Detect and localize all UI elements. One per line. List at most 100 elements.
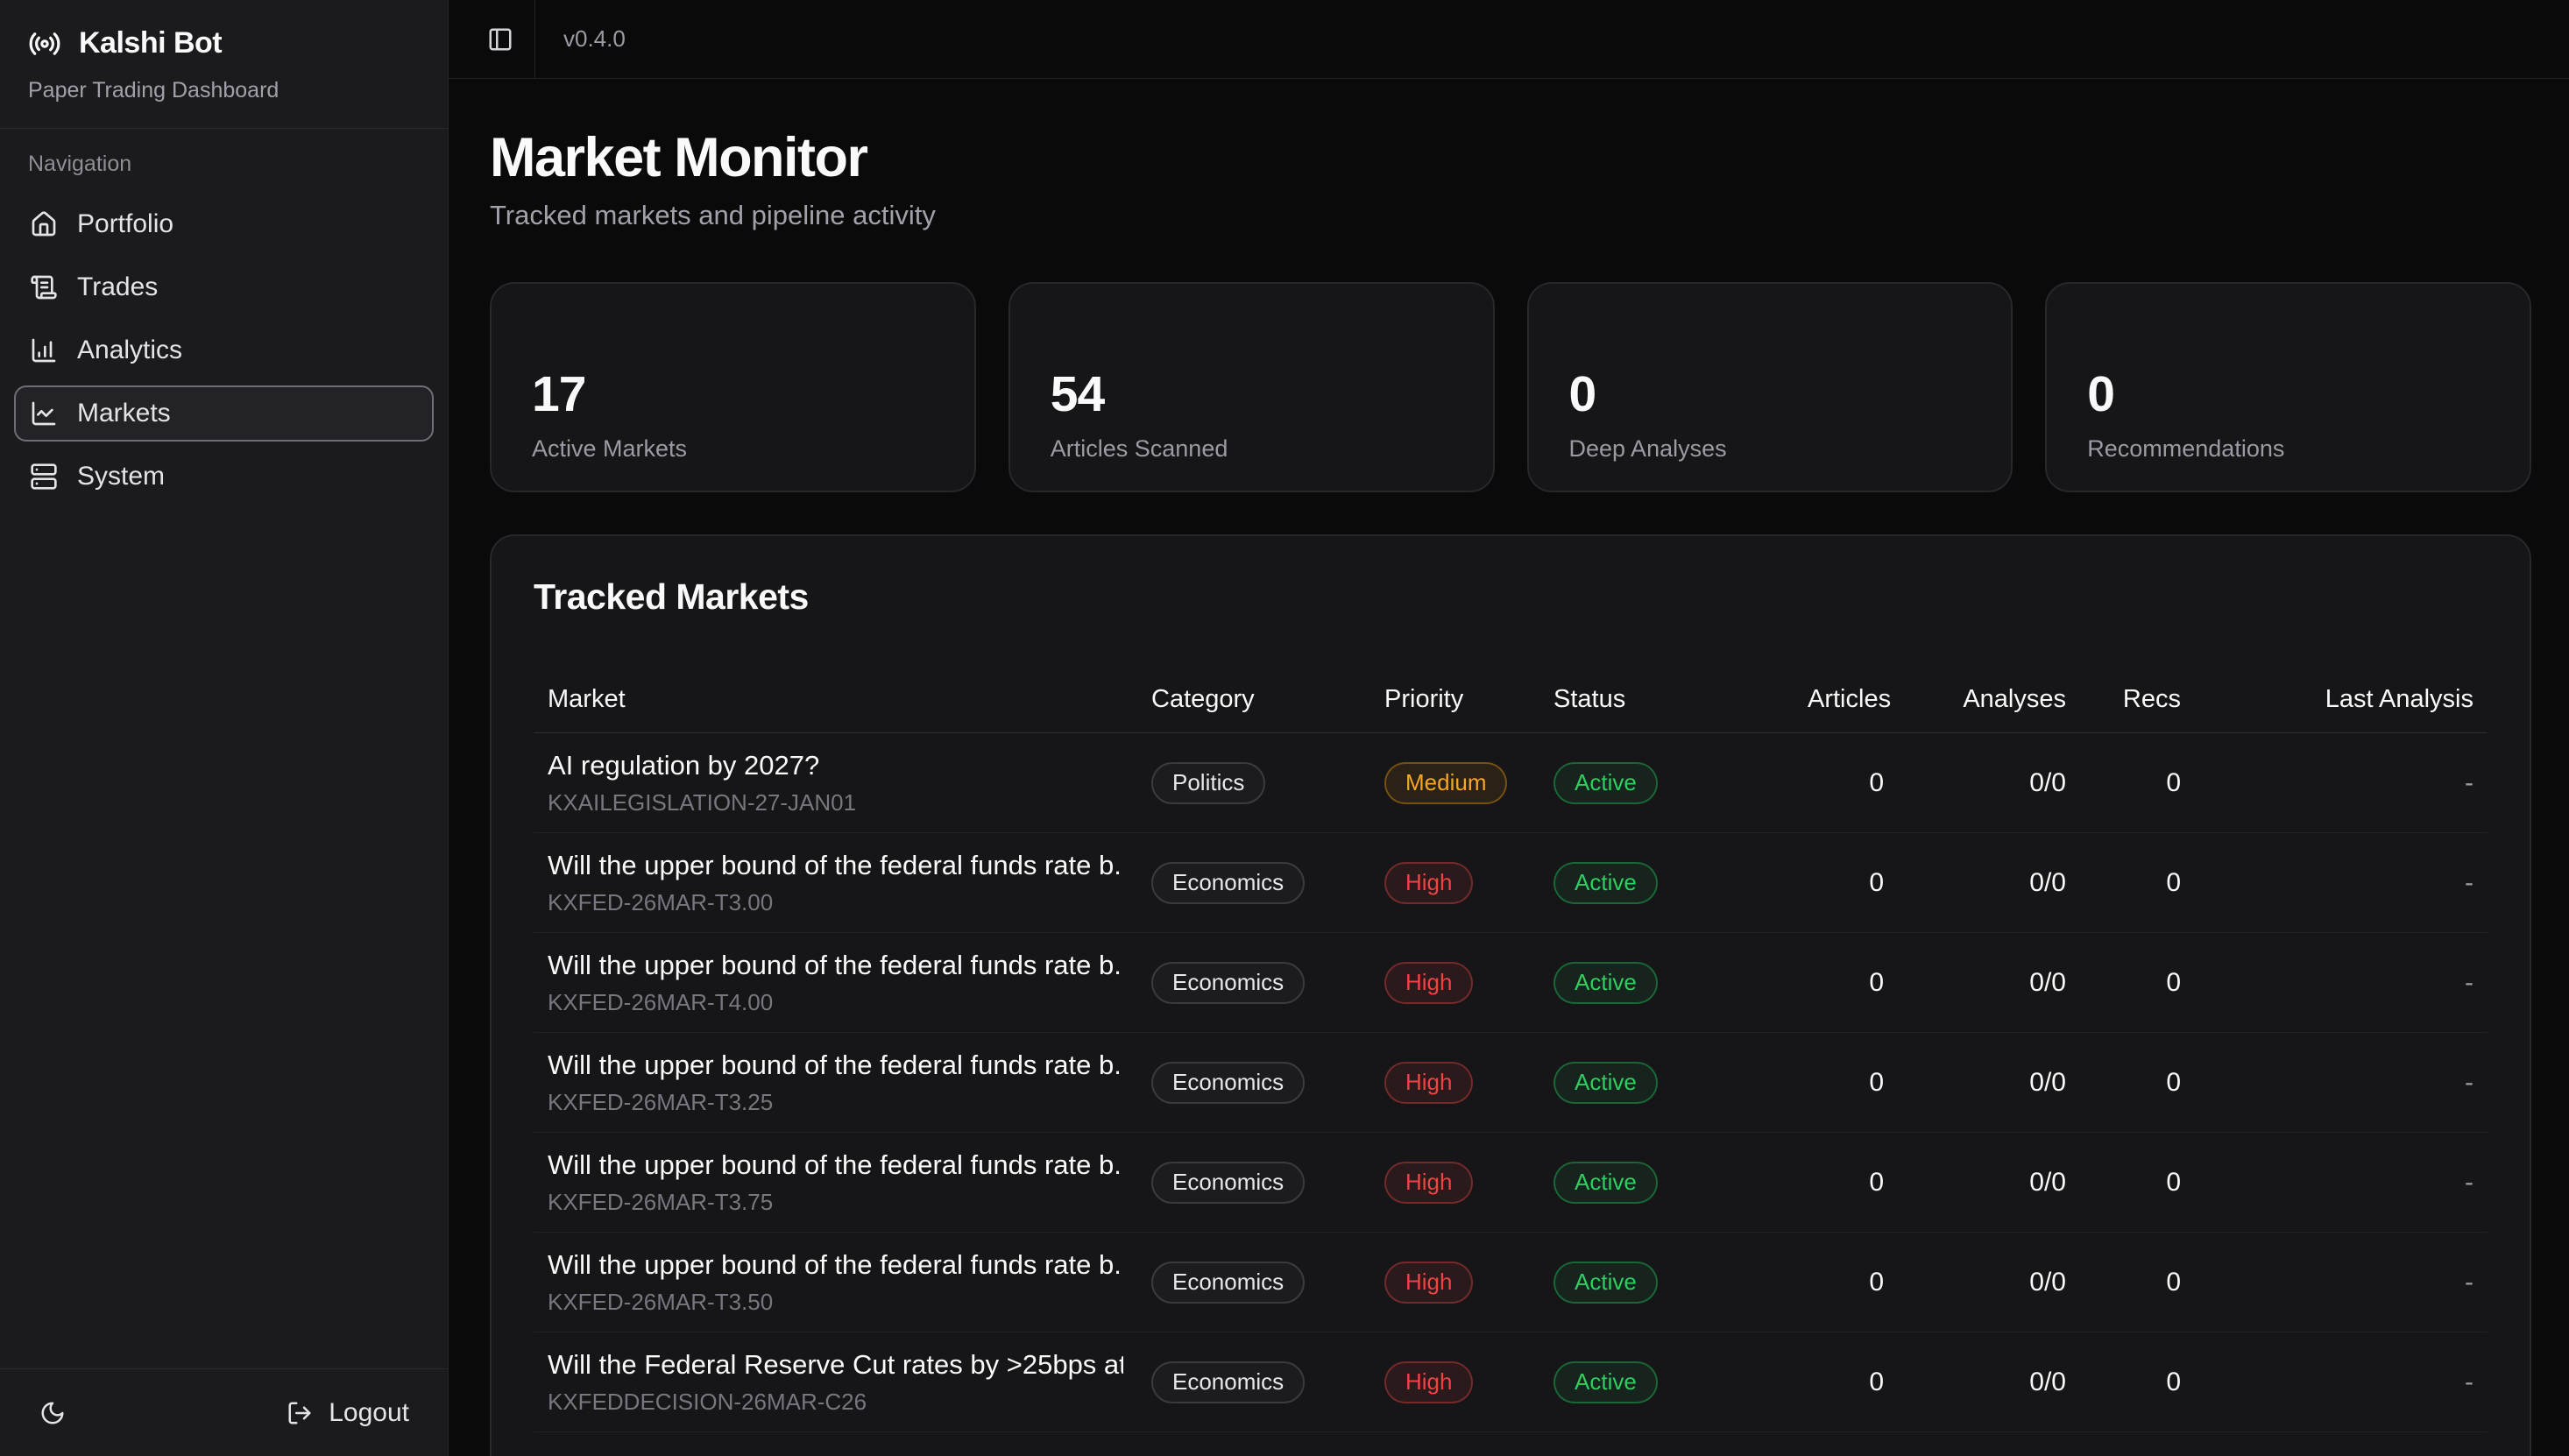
column-header-status: Status [1539, 685, 1794, 714]
market-title: Will the upper bound of the federal fund… [548, 950, 1123, 981]
last-analysis-value: - [2195, 1068, 2488, 1098]
column-header-recs: Recs [2080, 685, 2195, 714]
category-badge: Economics [1151, 1262, 1305, 1304]
sidebar-item-system[interactable]: System [14, 449, 434, 505]
nav-item-label: System [77, 462, 165, 491]
column-header-articles: Articles [1794, 685, 1898, 714]
sidebar-item-markets[interactable]: Markets [14, 385, 434, 442]
column-header-last-analysis: Last Analysis [2195, 685, 2488, 714]
priority-badge: High [1384, 962, 1473, 1004]
scroll-text-icon [30, 273, 58, 301]
recs-count: 0 [2080, 1168, 2195, 1198]
logout-label: Logout [329, 1398, 409, 1428]
articles-count: 0 [1794, 1368, 1898, 1397]
priority-badge: High [1384, 1361, 1473, 1403]
stat-label: Articles Scanned [1051, 435, 1453, 463]
last-analysis-value: - [2195, 1268, 2488, 1297]
stat-value: 0 [1569, 365, 1971, 423]
status-badge: Active [1553, 762, 1658, 804]
category-badge: Politics [1151, 762, 1265, 804]
nav-item-label: Portfolio [77, 209, 173, 239]
theme-toggle-button[interactable] [32, 1392, 74, 1434]
nav-item-label: Trades [77, 272, 158, 302]
moon-icon [39, 1400, 66, 1426]
topbar: v0.4.0 [449, 0, 2569, 79]
articles-count: 0 [1794, 1268, 1898, 1297]
column-header-analyses: Analyses [1898, 685, 2080, 714]
market-title: Will the upper bound of the federal fund… [548, 1249, 1123, 1281]
last-analysis-value: - [2195, 968, 2488, 998]
app-tagline: Paper Trading Dashboard [28, 78, 420, 103]
analyses-count: 0/0 [1898, 968, 2080, 998]
articles-count: 0 [1794, 968, 1898, 998]
last-analysis-value: - [2195, 1168, 2488, 1198]
panel-left-icon [487, 26, 513, 53]
chart-column-icon [30, 336, 58, 364]
market-ticker: KXFEDDECISION-26MAR-C26 [548, 1389, 1123, 1416]
analyses-count: 0/0 [1898, 1368, 2080, 1397]
priority-badge: High [1384, 1062, 1473, 1104]
sidebar: Kalshi Bot Paper Trading Dashboard Navig… [0, 0, 449, 1456]
server-icon [30, 463, 58, 491]
sidebar-item-trades[interactable]: Trades [14, 259, 434, 315]
analyses-count: 0/0 [1898, 768, 2080, 798]
articles-count: 0 [1794, 1168, 1898, 1198]
sidebar-toggle-button[interactable] [475, 14, 526, 65]
last-analysis-value: - [2195, 768, 2488, 798]
table-row: Will the upper bound of the federal fund… [534, 833, 2488, 933]
nav-list: Portfolio Trades Analytics Markets Syste… [14, 196, 434, 505]
market-title: AI regulation by 2027? [548, 750, 1123, 781]
sidebar-item-analytics[interactable]: Analytics [14, 322, 434, 378]
radio-icon [28, 27, 61, 60]
logout-button[interactable]: Logout [287, 1398, 409, 1428]
table-row: Will the Federal Reserve Cut rates by >2… [534, 1332, 2488, 1432]
chart-line-icon [30, 399, 58, 428]
market-ticker: KXFED-26MAR-T3.50 [548, 1289, 1123, 1316]
main-area: v0.4.0 Market Monitor Tracked markets an… [449, 0, 2569, 1456]
recs-count: 0 [2080, 968, 2195, 998]
page-title: Market Monitor [490, 128, 2531, 187]
last-analysis-value: - [2195, 868, 2488, 898]
market-ticker: KXFED-26MAR-T4.00 [548, 989, 1123, 1016]
category-badge: Economics [1151, 1062, 1305, 1104]
analyses-count: 0/0 [1898, 1168, 2080, 1198]
status-badge: Active [1553, 962, 1658, 1004]
market-title: Will the upper bound of the federal fund… [548, 1050, 1123, 1081]
sidebar-item-portfolio[interactable]: Portfolio [14, 196, 434, 252]
table-header-row: MarketCategoryPriorityStatusArticlesAnal… [534, 667, 2488, 733]
sidebar-header: Kalshi Bot Paper Trading Dashboard [0, 0, 448, 129]
market-ticker: KXFED-26MAR-T3.25 [548, 1089, 1123, 1116]
category-badge: Economics [1151, 962, 1305, 1004]
stat-card-active-markets: 17 Active Markets [490, 282, 976, 492]
stat-card-articles-scanned: 54 Articles Scanned [1008, 282, 1495, 492]
tracked-markets-title: Tracked Markets [534, 576, 2488, 618]
priority-badge: High [1384, 1162, 1473, 1204]
articles-count: 0 [1794, 768, 1898, 798]
app-title: Kalshi Bot [79, 26, 222, 60]
category-badge: Economics [1151, 1361, 1305, 1403]
nav-item-label: Analytics [77, 336, 182, 365]
stat-value: 54 [1051, 365, 1453, 423]
priority-badge: High [1384, 862, 1473, 904]
table-row: Will the upper bound of the federal fund… [534, 1033, 2488, 1133]
priority-badge: Medium [1384, 762, 1507, 804]
version-label: v0.4.0 [563, 25, 626, 53]
category-badge: Economics [1151, 1162, 1305, 1204]
column-header-market: Market [534, 685, 1137, 714]
stat-card-recommendations: 0 Recommendations [2045, 282, 2531, 492]
table-row: AI regulation by 2027? KXAILEGISLATION-2… [534, 733, 2488, 833]
tracked-markets-card: Tracked Markets MarketCategoryPrioritySt… [490, 534, 2531, 1456]
recs-count: 0 [2080, 768, 2195, 798]
table-row: Will the upper bound of the federal fund… [534, 1233, 2488, 1332]
analyses-count: 0/0 [1898, 1068, 2080, 1098]
analyses-count: 0/0 [1898, 868, 2080, 898]
priority-badge: High [1384, 1262, 1473, 1304]
status-badge: Active [1553, 1361, 1658, 1403]
brand: Kalshi Bot [28, 26, 420, 60]
market-ticker: KXFED-26MAR-T3.00 [548, 889, 1123, 916]
market-ticker: KXAILEGISLATION-27-JAN01 [548, 789, 1123, 816]
page-subtitle: Tracked markets and pipeline activity [490, 200, 2531, 231]
table-body: AI regulation by 2027? KXAILEGISLATION-2… [534, 733, 2488, 1432]
page-content: Market Monitor Tracked markets and pipel… [449, 79, 2569, 1456]
recs-count: 0 [2080, 1268, 2195, 1297]
